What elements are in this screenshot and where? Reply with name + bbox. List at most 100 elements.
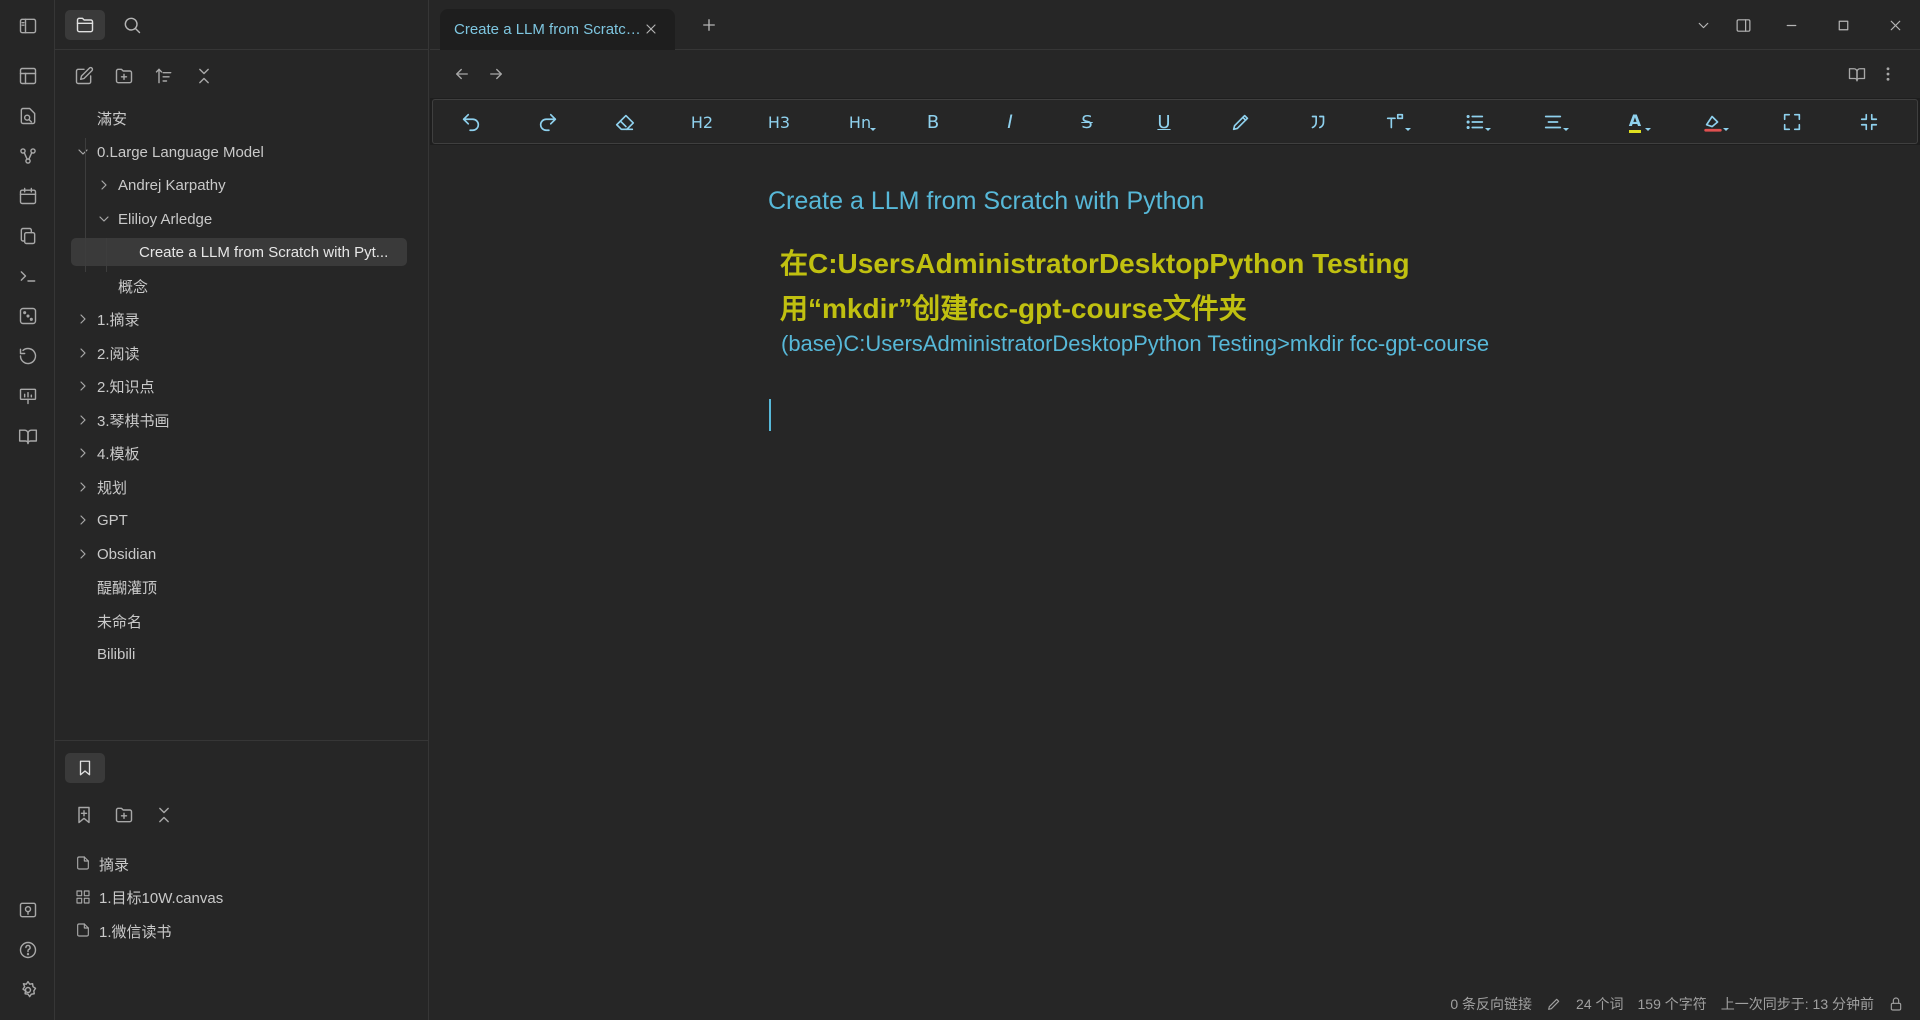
- edit-mode-icon[interactable]: [1546, 996, 1562, 1012]
- tree-item-label: 规划: [97, 479, 128, 497]
- dice-icon[interactable]: [14, 302, 41, 329]
- settings-gear-icon[interactable]: [14, 976, 41, 1003]
- tree-folder-item[interactable]: GPT: [75, 506, 128, 534]
- chevron-right-icon[interactable]: [75, 412, 91, 428]
- chevron-right-icon[interactable]: [75, 345, 91, 361]
- note-paragraph[interactable]: (base)C:UsersAdministratorDesktopPython …: [781, 331, 1489, 357]
- fullscreen-icon[interactable]: [1776, 108, 1808, 136]
- tree-folder-item[interactable]: 3.琴棋书画: [75, 406, 170, 434]
- tab-list-chevron-icon[interactable]: [1690, 12, 1716, 38]
- chevron-right-icon[interactable]: [75, 311, 91, 327]
- help-icon[interactable]: [14, 936, 41, 963]
- new-bookmark-group-icon[interactable]: [110, 801, 138, 829]
- note-heading[interactable]: 在C:UsersAdministratorDesktopPython Testi…: [780, 241, 1540, 331]
- sort-icon[interactable]: [150, 62, 178, 90]
- tree-file-item[interactable]: 滿安: [97, 104, 127, 132]
- tree-file-item[interactable]: Create a LLM from Scratch with Pyt...: [71, 238, 407, 266]
- maximize-icon[interactable]: [1830, 12, 1856, 38]
- chevron-right-icon[interactable]: [75, 479, 91, 495]
- strikethrough-button[interactable]: S: [1071, 108, 1103, 136]
- tree-folder-item[interactable]: 规划: [75, 473, 127, 501]
- tree-folder-item[interactable]: 2.阅读: [75, 339, 140, 367]
- tree-file-item[interactable]: 概念: [118, 272, 148, 300]
- collapse-all-icon[interactable]: [190, 62, 218, 90]
- tree-file-item[interactable]: 醍醐灌顶: [97, 573, 157, 601]
- sync-status[interactable]: 上一次同步于: 13 分钟前: [1721, 994, 1874, 1014]
- back-arrow-icon[interactable]: [448, 60, 476, 88]
- chevron-right-icon[interactable]: [75, 378, 91, 394]
- chevron-right-icon[interactable]: [75, 445, 91, 461]
- note-title[interactable]: Create a LLM from Scratch with Python: [768, 187, 1204, 216]
- redo-icon[interactable]: [532, 108, 564, 136]
- tab-active-note[interactable]: Create a LLM from Scratch...: [440, 9, 675, 50]
- tree-folder-item[interactable]: Elilioy Arledge: [96, 205, 212, 233]
- forward-arrow-icon[interactable]: [482, 60, 510, 88]
- chevron-right-icon[interactable]: [96, 177, 112, 193]
- file-search-icon[interactable]: [14, 102, 41, 129]
- tree-item-label: 醍醐灌顶: [97, 579, 158, 597]
- font-color-button[interactable]: A: [1619, 108, 1651, 136]
- chevron-down-icon[interactable]: [75, 144, 91, 160]
- files-tab[interactable]: [65, 10, 105, 40]
- bookmark-item[interactable]: 1.目标10W.canvas: [75, 884, 223, 912]
- tree-folder-item[interactable]: Obsidian: [75, 540, 156, 568]
- reading-view-icon[interactable]: [1843, 60, 1871, 88]
- bookmark-item[interactable]: 1.微信读书: [75, 917, 172, 945]
- tree-item-label: 0.Large Language Model: [97, 143, 264, 161]
- bookmarks-tab[interactable]: [65, 753, 105, 783]
- tree-folder-item[interactable]: 1.摘录: [75, 305, 140, 333]
- bookmark-item[interactable]: 摘录: [75, 850, 129, 878]
- eraser-icon[interactable]: [609, 108, 641, 136]
- superscript-icon[interactable]: [1379, 108, 1411, 136]
- history-icon[interactable]: [14, 342, 41, 369]
- calendar-icon[interactable]: [14, 182, 41, 209]
- layout-icon[interactable]: [14, 62, 41, 89]
- minimize-icon[interactable]: [1778, 12, 1804, 38]
- tree-folder-item[interactable]: 4.模板: [75, 439, 140, 467]
- close-tab-icon[interactable]: [643, 21, 661, 39]
- chevron-down-icon[interactable]: [96, 211, 112, 227]
- highlight-color-icon[interactable]: [1697, 108, 1729, 136]
- bold-button[interactable]: B: [917, 108, 949, 136]
- align-icon[interactable]: [1537, 108, 1569, 136]
- quote-icon[interactable]: [1302, 108, 1334, 136]
- heading-n-button[interactable]: Hn: [844, 108, 876, 136]
- explorer-actions: [70, 62, 218, 92]
- new-tab-icon[interactable]: [698, 14, 720, 36]
- highlighter-icon[interactable]: [1225, 108, 1257, 136]
- presentation-icon[interactable]: [14, 382, 41, 409]
- exit-fullscreen-icon[interactable]: [1853, 108, 1885, 136]
- add-bookmark-icon[interactable]: [70, 801, 98, 829]
- tree-folder-item[interactable]: Andrej Karpathy: [96, 171, 226, 199]
- underline-button[interactable]: U: [1148, 108, 1180, 136]
- lock-icon[interactable]: [1888, 996, 1904, 1012]
- more-options-icon[interactable]: [1874, 60, 1902, 88]
- book-open-icon[interactable]: [14, 422, 41, 449]
- tree-folder-item[interactable]: 2.知识点: [75, 372, 155, 400]
- vault-help-icon[interactable]: [14, 896, 41, 923]
- toggle-right-sidebar-icon[interactable]: [1730, 12, 1756, 38]
- tree-folder-item[interactable]: 0.Large Language Model: [75, 138, 264, 166]
- close-window-icon[interactable]: [1882, 12, 1908, 38]
- editor-pane[interactable]: Create a LLM from Scratch with Python 在C…: [430, 145, 1920, 990]
- file-explorer-sidebar: 滿安 0.Large Language Model Andrej Karpathy E…: [55, 0, 429, 1020]
- graph-icon[interactable]: [14, 142, 41, 169]
- text-cursor: [769, 399, 771, 431]
- italic-button[interactable]: I: [994, 108, 1026, 136]
- undo-icon[interactable]: [455, 108, 487, 136]
- tree-file-item[interactable]: 未命名: [97, 607, 142, 635]
- new-note-icon[interactable]: [70, 62, 98, 90]
- terminal-icon[interactable]: [14, 262, 41, 289]
- chevron-right-icon[interactable]: [75, 512, 91, 528]
- toggle-sidebar-icon[interactable]: [14, 12, 41, 39]
- backlinks-count[interactable]: 0 条反向链接: [1450, 994, 1532, 1014]
- heading-3-button[interactable]: H3: [763, 108, 795, 136]
- search-tab[interactable]: [112, 10, 152, 40]
- collapse-bookmarks-icon[interactable]: [150, 801, 178, 829]
- list-icon[interactable]: [1459, 108, 1491, 136]
- chevron-right-icon[interactable]: [75, 546, 91, 562]
- copy-icon[interactable]: [14, 222, 41, 249]
- tree-file-item[interactable]: Bilibili: [97, 640, 135, 668]
- heading-2-button[interactable]: H2: [686, 108, 718, 136]
- new-folder-icon[interactable]: [110, 62, 138, 90]
